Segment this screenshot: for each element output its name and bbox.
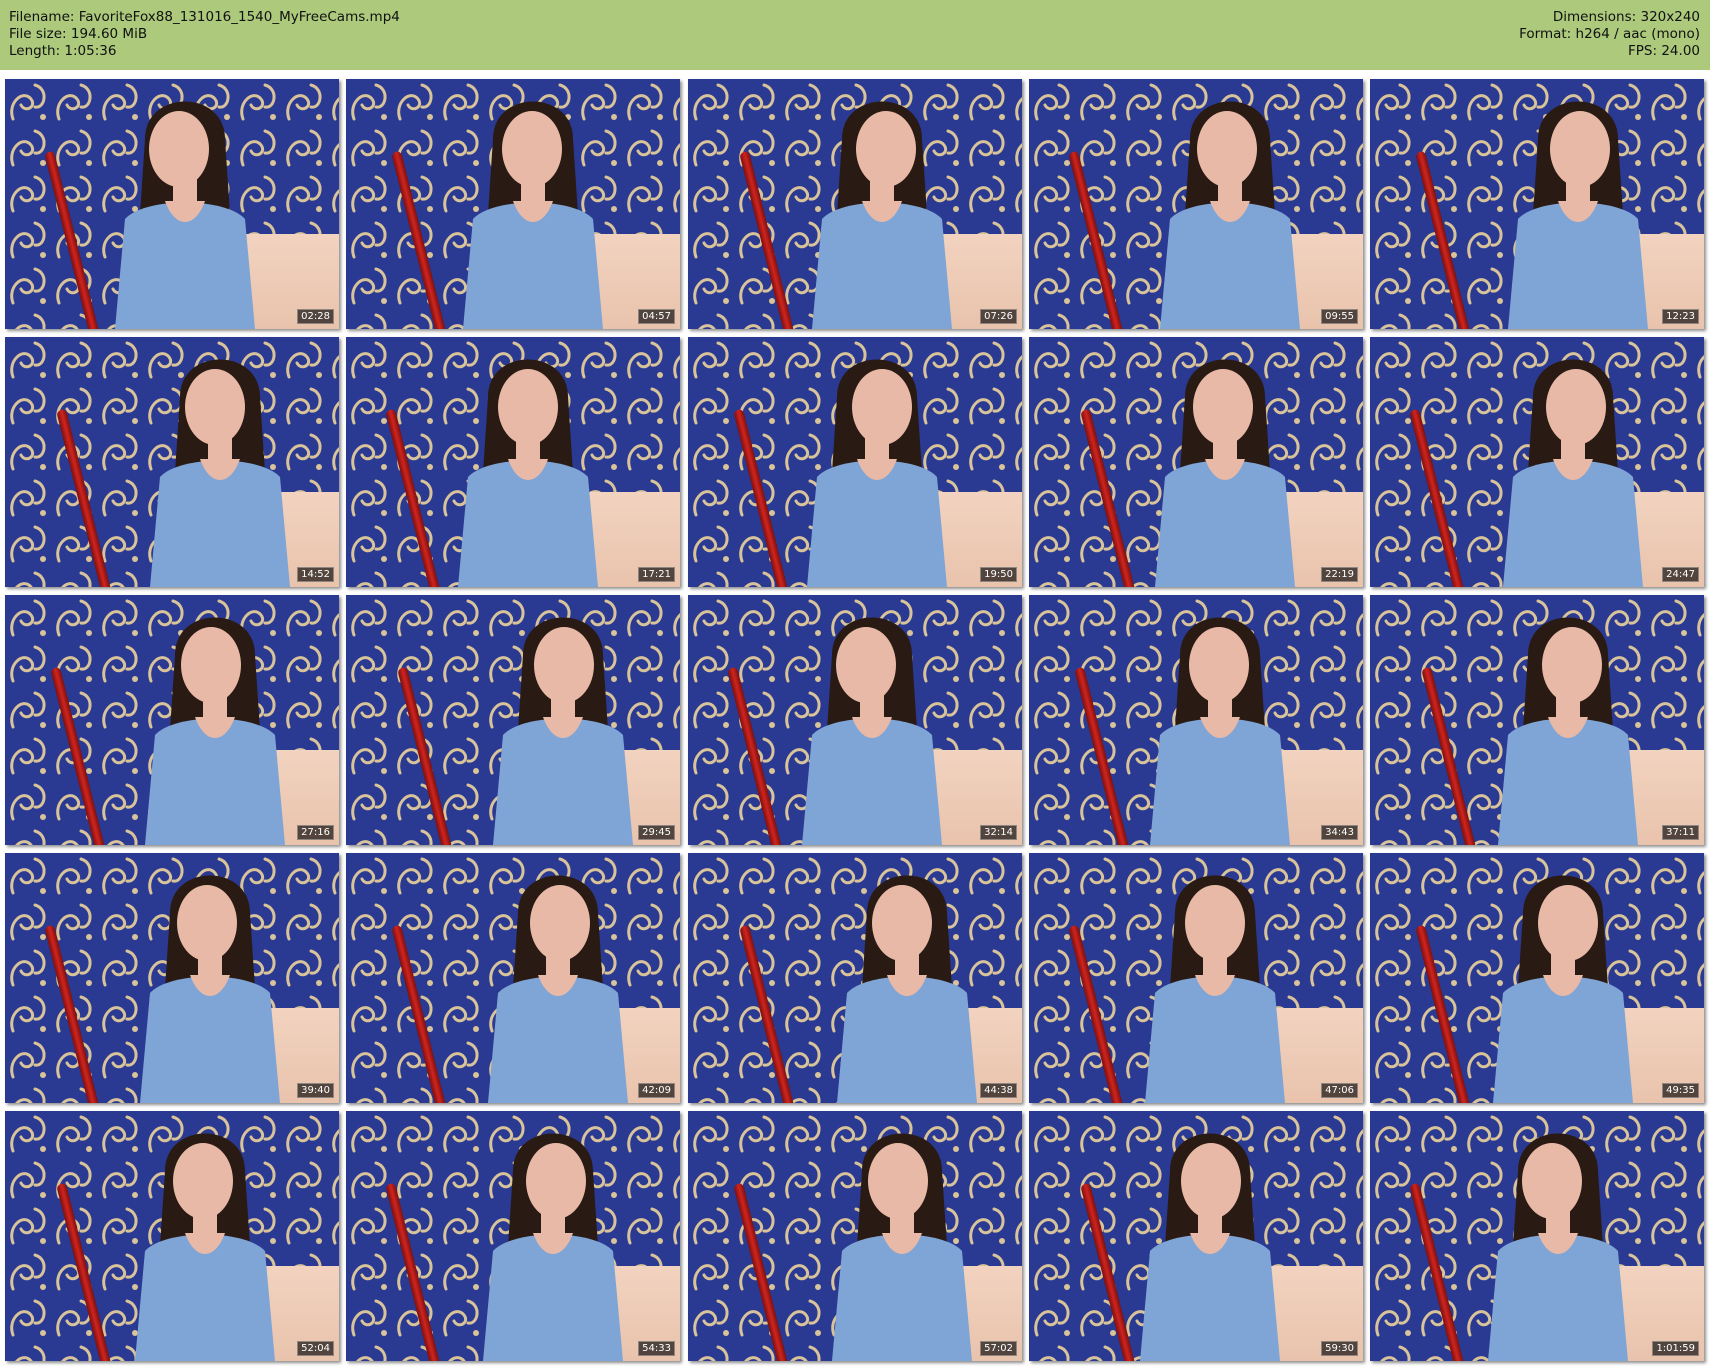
video-thumbnail: 47:06 (1029, 853, 1363, 1103)
person-figure (458, 853, 658, 1103)
timestamp-label: 14:52 (297, 567, 334, 582)
video-thumbnail: 37:11 (1370, 595, 1704, 845)
person-figure (105, 1111, 305, 1361)
video-thumbnail: 04:57 (346, 79, 680, 329)
person-figure (1115, 853, 1315, 1103)
timestamp-label: 29:45 (638, 825, 675, 840)
timestamp-label: 49:35 (1662, 1083, 1699, 1098)
person-figure (1110, 1111, 1310, 1361)
timestamp-label: 52:04 (297, 1341, 334, 1356)
video-thumbnail: 24:47 (1370, 337, 1704, 587)
timestamp-label: 24:47 (1662, 567, 1699, 582)
person-figure (1473, 337, 1673, 587)
timestamp-label: 47:06 (1321, 1083, 1358, 1098)
person-figure (807, 853, 1007, 1103)
timestamp-label: 09:55 (1321, 309, 1358, 324)
person-figure (1120, 595, 1320, 845)
person-figure (1478, 79, 1678, 329)
thumbnail-grid: 02:28 04:57 07:26 09:55 12:23 14:52 17:21 19:50… (0, 0, 1710, 1370)
person-figure (433, 79, 633, 329)
video-thumbnail: 34:43 (1029, 595, 1363, 845)
person-figure (453, 1111, 653, 1361)
timestamp-label: 44:38 (980, 1083, 1017, 1098)
timestamp-label: 07:26 (980, 309, 1017, 324)
person-figure (1125, 337, 1325, 587)
person-figure (777, 337, 977, 587)
video-thumbnail: 27:16 (5, 595, 339, 845)
video-thumbnail: 17:21 (346, 337, 680, 587)
timestamp-label: 59:30 (1321, 1341, 1358, 1356)
video-thumbnail: 19:50 (688, 337, 1022, 587)
person-figure (1468, 595, 1668, 845)
video-thumbnail: 22:19 (1029, 337, 1363, 587)
timestamp-label: 57:02 (980, 1341, 1017, 1356)
person-figure (782, 79, 982, 329)
video-thumbnail: 12:23 (1370, 79, 1704, 329)
video-thumbnail: 29:45 (346, 595, 680, 845)
person-figure (115, 595, 315, 845)
timestamp-label: 22:19 (1321, 567, 1358, 582)
video-thumbnail: 59:30 (1029, 1111, 1363, 1361)
person-figure (1458, 1111, 1658, 1361)
video-thumbnail: 44:38 (688, 853, 1022, 1103)
video-thumbnail: 42:09 (346, 853, 680, 1103)
video-thumbnail: 52:04 (5, 1111, 339, 1361)
timestamp-label: 27:16 (297, 825, 334, 840)
person-figure (1130, 79, 1330, 329)
video-thumbnail: 09:55 (1029, 79, 1363, 329)
timestamp-label: 12:23 (1662, 309, 1699, 324)
person-figure (110, 853, 310, 1103)
video-thumbnail: 1:01:59 (1370, 1111, 1704, 1361)
timestamp-label: 02:28 (297, 309, 334, 324)
person-figure (428, 337, 628, 587)
timestamp-label: 19:50 (980, 567, 1017, 582)
timestamp-label: 04:57 (638, 309, 675, 324)
person-figure (802, 1111, 1002, 1361)
video-thumbnail: 54:33 (346, 1111, 680, 1361)
video-thumbnail: 07:26 (688, 79, 1022, 329)
timestamp-label: 42:09 (638, 1083, 675, 1098)
timestamp-label: 37:11 (1662, 825, 1699, 840)
timestamp-label: 34:43 (1321, 825, 1358, 840)
person-figure (85, 79, 285, 329)
video-thumbnail: 57:02 (688, 1111, 1022, 1361)
video-thumbnail: 39:40 (5, 853, 339, 1103)
timestamp-label: 17:21 (638, 567, 675, 582)
person-figure (772, 595, 972, 845)
timestamp-label: 39:40 (297, 1083, 334, 1098)
video-thumbnail: 49:35 (1370, 853, 1704, 1103)
video-thumbnail: 14:52 (5, 337, 339, 587)
video-thumbnail: 32:14 (688, 595, 1022, 845)
timestamp-label: 1:01:59 (1652, 1341, 1699, 1356)
timestamp-label: 54:33 (638, 1341, 675, 1356)
timestamp-label: 32:14 (980, 825, 1017, 840)
person-figure (120, 337, 320, 587)
person-figure (463, 595, 663, 845)
person-figure (1463, 853, 1663, 1103)
video-thumbnail: 02:28 (5, 79, 339, 329)
